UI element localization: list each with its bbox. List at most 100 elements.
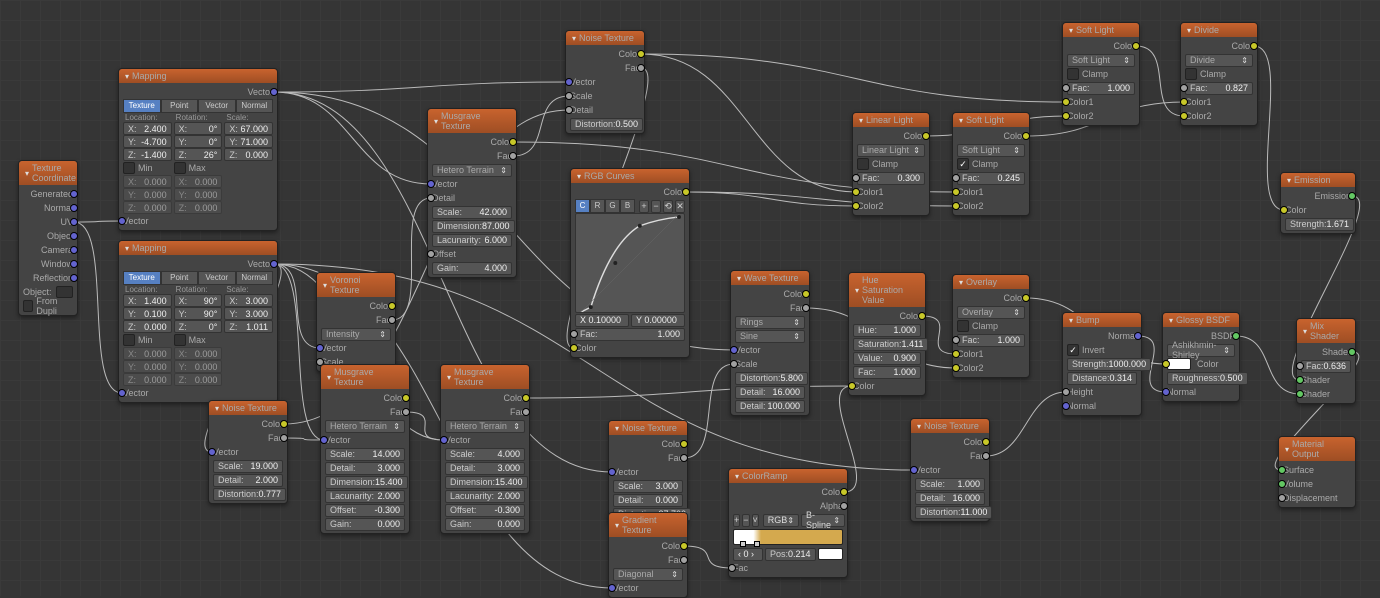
socket[interactable]: [608, 584, 616, 592]
field-Distortion:[interactable]: Distortion:0.777: [213, 487, 283, 501]
socket[interactable]: [1062, 98, 1070, 106]
socket[interactable]: [840, 488, 848, 496]
socket[interactable]: [427, 180, 435, 188]
checkbox-From Dupli[interactable]: From Dupli: [23, 299, 73, 313]
socket[interactable]: [982, 438, 990, 446]
socket[interactable]: [280, 420, 288, 428]
field-Scale:[interactable]: Scale:3.000: [613, 479, 683, 493]
node-header[interactable]: Material Output: [1279, 437, 1355, 461]
field-Strength:[interactable]: Strength:1.671: [1285, 217, 1351, 231]
dropdown[interactable]: Diagonal: [613, 567, 683, 581]
socket[interactable]: [1134, 332, 1142, 340]
socket[interactable]: [802, 290, 810, 298]
socket[interactable]: [840, 502, 848, 510]
node-header[interactable]: Musgrave Texture: [321, 365, 409, 389]
socket[interactable]: [70, 274, 78, 282]
socket[interactable]: [1348, 192, 1356, 200]
node-header[interactable]: Noise Texture: [911, 419, 989, 433]
vec-field[interactable]: Y:-4.700: [123, 135, 172, 148]
node-map1[interactable]: MappingVectorTexturePointVectorNormalLoc…: [118, 68, 278, 231]
field-Detail:[interactable]: Detail:0.000: [613, 493, 683, 507]
socket[interactable]: [680, 440, 688, 448]
node-output[interactable]: Material OutputSurfaceVolumeDisplacement: [1278, 436, 1356, 508]
node-header[interactable]: Mapping: [119, 69, 277, 83]
field-Detail:[interactable]: Detail:3.000: [445, 461, 525, 475]
field-Scale:[interactable]: Scale:42.000: [432, 205, 512, 219]
socket[interactable]: [1162, 388, 1170, 396]
socket[interactable]: [70, 260, 78, 268]
curve-editor[interactable]: [575, 213, 685, 313]
socket[interactable]: [402, 408, 410, 416]
socket[interactable]: [316, 344, 324, 352]
node-hsv[interactable]: Hue Saturation ValueColorHue:1.000Satura…: [848, 272, 926, 396]
field-Distortion:[interactable]: Distortion:0.500: [570, 117, 640, 131]
socket[interactable]: [565, 92, 573, 100]
field-Distortion:[interactable]: Distortion:11.000: [915, 505, 985, 519]
node-map2[interactable]: MappingVectorTexturePointVectorNormalLoc…: [118, 240, 278, 403]
node-curves[interactable]: RGB CurvesColorCRGB+−⟲✕X 0.10000Y 0.0000…: [570, 168, 690, 358]
socket[interactable]: [922, 132, 930, 140]
socket[interactable]: [952, 350, 960, 358]
socket[interactable]: [1348, 348, 1356, 356]
node-glossy[interactable]: Glossy BSDFBSDFAshikhmin-ShirleyColorRou…: [1162, 312, 1240, 402]
field-Scale:[interactable]: Scale:19.000: [213, 459, 283, 473]
vec-field[interactable]: X:67.000: [224, 122, 273, 135]
dropdown[interactable]: Intensity: [321, 327, 391, 341]
dropdown[interactable]: Linear Light: [857, 143, 925, 157]
socket[interactable]: [952, 202, 960, 210]
socket[interactable]: [270, 88, 278, 96]
vec-field[interactable]: X:3.000: [224, 294, 273, 307]
color-input[interactable]: Color: [1167, 357, 1235, 371]
socket[interactable]: [1132, 42, 1140, 50]
object-picker[interactable]: Object:: [23, 285, 73, 299]
socket[interactable]: [680, 556, 688, 564]
node-header[interactable]: Soft Light: [1063, 23, 1139, 37]
socket[interactable]: [918, 312, 926, 320]
socket[interactable]: [427, 250, 435, 258]
field-Gain:[interactable]: Gain:0.000: [445, 517, 525, 531]
node-header[interactable]: Voronoi Texture: [317, 273, 395, 297]
node-noise2[interactable]: Noise TextureColorFacVectorScaleDetailDi…: [565, 30, 645, 134]
field-Fac:[interactable]: Fac:1.000: [575, 327, 685, 341]
curve-tabs[interactable]: CRGB+−⟲✕: [575, 199, 685, 213]
socket[interactable]: [1062, 112, 1070, 120]
node-musg3[interactable]: Musgrave TextureColorFacHetero TerrainVe…: [427, 108, 517, 278]
node-overlay[interactable]: OverlayColorOverlayClampFac:1.000Color1C…: [952, 274, 1030, 378]
socket[interactable]: [440, 436, 448, 444]
socket[interactable]: [730, 346, 738, 354]
socket[interactable]: [637, 50, 645, 58]
node-bump[interactable]: BumpNormalInvertStrength:1000.000Distanc…: [1062, 312, 1142, 416]
vec-field[interactable]: Z:0.000: [224, 148, 273, 161]
socket[interactable]: [70, 232, 78, 240]
socket[interactable]: [1022, 294, 1030, 302]
socket[interactable]: [70, 204, 78, 212]
dropdown[interactable]: Overlay: [957, 305, 1025, 319]
field-Offset:[interactable]: Offset:-0.300: [445, 503, 525, 517]
node-header[interactable]: Emission: [1281, 173, 1355, 187]
field-Value:[interactable]: Value:0.900: [853, 351, 921, 365]
dropdown[interactable]: Hetero Terrain: [432, 163, 512, 177]
socket[interactable]: [728, 564, 736, 572]
node-header[interactable]: Noise Texture: [566, 31, 644, 45]
vec-field[interactable]: X:0°: [174, 122, 223, 135]
socket[interactable]: [1278, 494, 1286, 502]
node-noise4[interactable]: Noise TextureColorFacVectorScale:1.000De…: [910, 418, 990, 522]
field-Lacunarity:[interactable]: Lacunarity:6.000: [432, 233, 512, 247]
node-header[interactable]: Musgrave Texture: [428, 109, 516, 133]
field-Fac:[interactable]: Fac:1.000: [853, 365, 921, 379]
node-header[interactable]: Mix Shader: [1297, 319, 1355, 343]
socket[interactable]: [1062, 84, 1070, 92]
node-header[interactable]: Glossy BSDF: [1163, 313, 1239, 327]
field-Detail:[interactable]: Detail:16.000: [735, 385, 805, 399]
field-Fac:[interactable]: Fac:0.245: [957, 171, 1025, 185]
checkbox-Max[interactable]: Max: [174, 161, 223, 175]
node-noise3[interactable]: Noise TextureColorFacVectorScale:3.000De…: [608, 420, 688, 524]
field-Saturation:[interactable]: Saturation:1.411: [853, 337, 921, 351]
socket[interactable]: [1162, 360, 1170, 368]
socket[interactable]: [952, 336, 960, 344]
socket[interactable]: [1296, 390, 1304, 398]
socket[interactable]: [852, 188, 860, 196]
field-Detail:[interactable]: Detail:3.000: [325, 461, 405, 475]
vec-field[interactable]: Z:26°: [174, 148, 223, 161]
checkbox-Clamp[interactable]: Clamp: [957, 319, 1025, 333]
